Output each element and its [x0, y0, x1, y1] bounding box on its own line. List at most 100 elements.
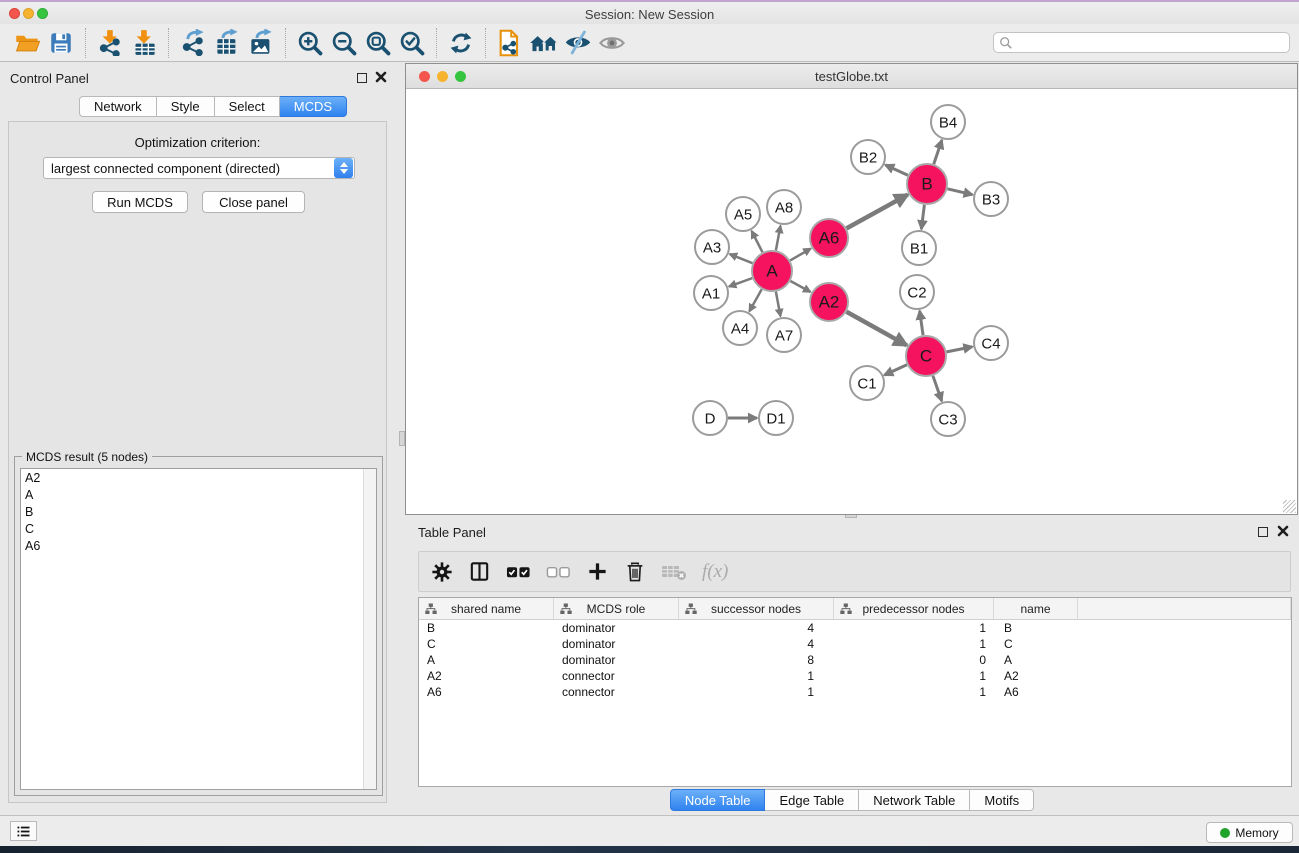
- table-panel-float-button[interactable]: [1258, 527, 1268, 537]
- edge-A-A3[interactable]: [730, 254, 753, 263]
- edge-A-A7[interactable]: [776, 292, 781, 317]
- column-header-successor-nodes[interactable]: successor nodes: [679, 598, 834, 619]
- tab-motifs[interactable]: Motifs: [970, 789, 1034, 811]
- column-header-shared-name[interactable]: shared name: [419, 598, 554, 619]
- tab-node-table[interactable]: Node Table: [670, 789, 766, 811]
- resize-gripper[interactable]: [1283, 500, 1296, 513]
- refresh-button[interactable]: [444, 27, 478, 59]
- edge-C-C1[interactable]: [884, 365, 907, 375]
- unselect-all-icon[interactable]: [546, 564, 571, 580]
- control-panel-close-button[interactable]: [375, 71, 387, 83]
- table-cell[interactable]: C: [994, 636, 1078, 652]
- zoom-fit-button[interactable]: [361, 27, 395, 59]
- table-cell[interactable]: 1: [834, 620, 994, 636]
- mcds-result-item[interactable]: A2: [21, 469, 376, 486]
- edge-B-B1[interactable]: [921, 205, 924, 229]
- search-input[interactable]: [1013, 34, 1289, 51]
- column-header-MCDS-role[interactable]: MCDS role: [554, 598, 679, 619]
- export-network-button[interactable]: [176, 27, 210, 59]
- table-cell[interactable]: 1: [679, 684, 834, 700]
- table-cell[interactable]: B: [994, 620, 1078, 636]
- import-table-button[interactable]: [127, 27, 161, 59]
- mcds-result-item[interactable]: B: [21, 503, 376, 520]
- edge-B-B4[interactable]: [934, 140, 942, 164]
- control-panel-float-button[interactable]: [357, 73, 367, 83]
- network-canvas[interactable]: AA1A2A3A4A5A6A7A8BB1B2B3B4CC1C2C3C4DD1: [406, 89, 1297, 514]
- save-session-button[interactable]: [44, 27, 78, 59]
- edge-A-A4[interactable]: [749, 289, 761, 311]
- export-table-button[interactable]: [210, 27, 244, 59]
- table-cell[interactable]: A2: [419, 668, 554, 684]
- table-cell[interactable]: A6: [419, 684, 554, 700]
- edge-A-A2[interactable]: [790, 281, 810, 292]
- table-row[interactable]: Bdominator41B: [419, 620, 1291, 636]
- zoom-selected-button[interactable]: [395, 27, 429, 59]
- table-panel-close-button[interactable]: [1277, 525, 1289, 537]
- table-cell[interactable]: 0: [834, 652, 994, 668]
- table-cell[interactable]: C: [419, 636, 554, 652]
- zoom-in-button[interactable]: [293, 27, 327, 59]
- network-from-file-button[interactable]: [493, 27, 527, 59]
- tab-style[interactable]: Style: [157, 96, 215, 117]
- edge-A6-B[interactable]: [847, 195, 908, 229]
- edge-A-A8[interactable]: [776, 226, 781, 251]
- column-header-name[interactable]: name: [994, 598, 1078, 619]
- table-cell[interactable]: B: [419, 620, 554, 636]
- table-row[interactable]: A6connector11A6: [419, 684, 1291, 700]
- edge-A-A6[interactable]: [790, 249, 811, 261]
- table-cell[interactable]: connector: [554, 684, 679, 700]
- delete-column-trash-icon[interactable]: [624, 561, 646, 583]
- mcds-result-list[interactable]: A2ABCA6: [20, 468, 377, 790]
- table-cell[interactable]: 1: [679, 668, 834, 684]
- tab-select[interactable]: Select: [215, 96, 280, 117]
- table-cell[interactable]: 1: [834, 684, 994, 700]
- tab-network-table[interactable]: Network Table: [859, 789, 970, 811]
- edge-A2-C[interactable]: [846, 312, 906, 346]
- table-cell[interactable]: A6: [994, 684, 1078, 700]
- add-column-icon[interactable]: [586, 560, 609, 583]
- table-cell[interactable]: A: [419, 652, 554, 668]
- table-row[interactable]: Adominator80A: [419, 652, 1291, 668]
- table-cell[interactable]: 1: [834, 636, 994, 652]
- hide-graphics-details-button[interactable]: [561, 27, 595, 59]
- edge-C-C3[interactable]: [933, 376, 942, 401]
- table-cell[interactable]: 4: [679, 636, 834, 652]
- edge-A-A1[interactable]: [729, 278, 752, 286]
- table-cell[interactable]: 1: [834, 668, 994, 684]
- edge-A-A5[interactable]: [752, 231, 763, 252]
- import-network-button[interactable]: [93, 27, 127, 59]
- show-graphics-details-button[interactable]: [595, 27, 629, 59]
- table-cell[interactable]: A: [994, 652, 1078, 668]
- table-cell[interactable]: dominator: [554, 620, 679, 636]
- optimization-criterion-select[interactable]: largest connected component (directed): [43, 157, 355, 179]
- settings-gear-icon[interactable]: [431, 561, 453, 583]
- mcds-list-scrollbar[interactable]: [363, 469, 376, 789]
- network-window-titlebar[interactable]: testGlobe.txt: [406, 64, 1297, 89]
- table-cell[interactable]: dominator: [554, 652, 679, 668]
- select-all-icon[interactable]: [506, 564, 531, 580]
- table-cell[interactable]: dominator: [554, 636, 679, 652]
- edge-B-B2[interactable]: [885, 165, 908, 175]
- select-stepper-icon[interactable]: [334, 158, 353, 178]
- column-header-predecessor-nodes[interactable]: predecessor nodes: [834, 598, 994, 619]
- table-cell[interactable]: 4: [679, 620, 834, 636]
- table-cell[interactable]: connector: [554, 668, 679, 684]
- mcds-result-item[interactable]: C: [21, 520, 376, 537]
- task-history-button[interactable]: [10, 821, 37, 841]
- table-row[interactable]: Cdominator41C: [419, 636, 1291, 652]
- open-file-button[interactable]: [10, 27, 44, 59]
- edge-C-C2[interactable]: [920, 311, 923, 335]
- mcds-result-item[interactable]: A6: [21, 537, 376, 554]
- column-panel-icon[interactable]: [468, 560, 491, 583]
- edge-C-C4[interactable]: [947, 347, 973, 352]
- zoom-out-button[interactable]: [327, 27, 361, 59]
- table-cell[interactable]: A2: [994, 668, 1078, 684]
- search-field[interactable]: [993, 32, 1290, 53]
- table-row[interactable]: A2connector11A2: [419, 668, 1291, 684]
- tab-network[interactable]: Network: [79, 96, 157, 117]
- close-panel-button[interactable]: Close panel: [202, 191, 305, 213]
- tab-edge-table[interactable]: Edge Table: [765, 789, 859, 811]
- export-image-button[interactable]: [244, 27, 278, 59]
- table-cell[interactable]: 8: [679, 652, 834, 668]
- edge-B-B3[interactable]: [947, 189, 972, 195]
